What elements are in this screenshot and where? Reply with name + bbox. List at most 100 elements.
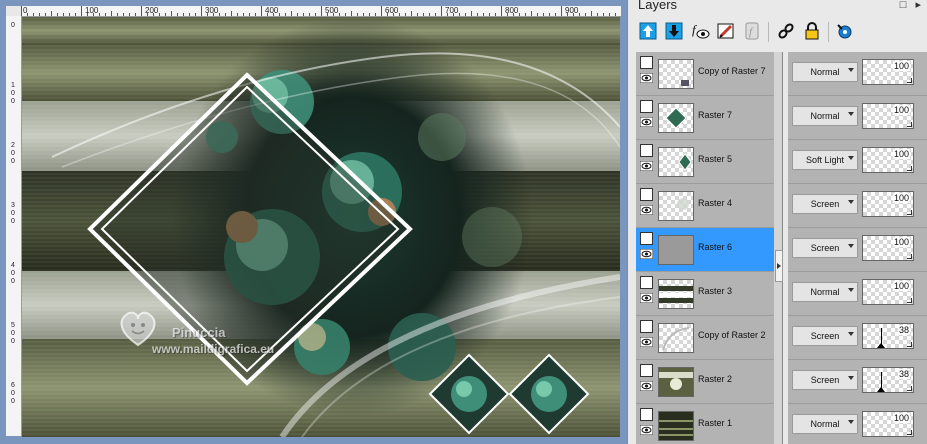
dropdown-arrow-icon: [848, 112, 854, 116]
layer-visibility[interactable]: [640, 276, 654, 308]
mask-icon[interactable]: f: [742, 20, 762, 42]
image-canvas[interactable]: Pinuccia www.maildigrafica.eu: [22, 17, 620, 437]
layer-name[interactable]: Raster 2: [698, 374, 732, 384]
ruler-label: 0: [11, 158, 15, 165]
layer-row[interactable]: Raster 2: [636, 360, 774, 404]
ruler-label: 0: [11, 22, 15, 29]
resize-corner-icon: [907, 166, 912, 171]
palette-window-buttons[interactable]: □ ▸: [900, 0, 924, 11]
opacity-slider[interactable]: 100: [862, 411, 914, 437]
eye-icon[interactable]: [640, 293, 653, 303]
layer-visibility[interactable]: [640, 232, 654, 264]
link-icon[interactable]: [776, 20, 796, 42]
splitter-handle[interactable]: [775, 250, 783, 282]
layer-visibility[interactable]: [640, 56, 654, 88]
resize-corner-icon: [907, 78, 912, 83]
ruler-label: 0: [11, 330, 15, 337]
lock-icon[interactable]: [802, 20, 822, 42]
blend-mode-value: Screen: [810, 331, 840, 341]
blend-mode-select[interactable]: Screen: [792, 326, 858, 346]
layer-row[interactable]: Raster 4: [636, 184, 774, 228]
layer-visibility[interactable]: [640, 320, 654, 352]
ruler-ticks: [21, 6, 616, 16]
opacity-slider[interactable]: 100: [862, 279, 914, 305]
layer-row[interactable]: Copy of Raster 2: [636, 316, 774, 360]
opacity-slider[interactable]: 100: [862, 103, 914, 129]
blend-mode-value: Normal: [810, 287, 840, 297]
resize-corner-icon: [907, 254, 912, 259]
layer-group-icon: [640, 188, 653, 201]
layer-visibility[interactable]: [640, 188, 654, 220]
layer-visibility[interactable]: [640, 408, 654, 440]
opacity-slider[interactable]: 100: [862, 59, 914, 85]
layer-name[interactable]: Raster 7: [698, 110, 732, 120]
eye-icon[interactable]: [640, 73, 653, 83]
eye-icon[interactable]: [640, 249, 653, 259]
opacity-slider[interactable]: 38: [862, 367, 914, 393]
blend-mode-select[interactable]: Normal: [792, 62, 858, 82]
layer-name[interactable]: Raster 6: [698, 242, 732, 252]
opacity-slider[interactable]: 100: [862, 147, 914, 173]
layer-props-row: Screen 100: [788, 184, 927, 228]
blend-mode-select[interactable]: Screen: [792, 194, 858, 214]
ruler-label: 0: [11, 150, 15, 157]
opacity-value: 100: [892, 61, 910, 71]
layer-name[interactable]: Copy of Raster 2: [698, 330, 766, 340]
layer-name[interactable]: Raster 3: [698, 286, 732, 296]
blend-mode-select[interactable]: Soft Light: [792, 150, 858, 170]
layer-name[interactable]: Raster 5: [698, 154, 732, 164]
move-layer-up-icon[interactable]: [638, 20, 658, 42]
opacity-slider[interactable]: 100: [862, 191, 914, 217]
ruler-label: 0: [11, 90, 15, 97]
ruler-label: 4: [11, 262, 15, 269]
blend-mode-select[interactable]: Normal: [792, 282, 858, 302]
ruler-label: 5: [11, 322, 15, 329]
opacity-marker: [881, 372, 882, 388]
eye-icon[interactable]: [640, 337, 653, 347]
resize-corner-icon: [907, 430, 912, 435]
blend-mode-select[interactable]: Normal: [792, 106, 858, 126]
eye-icon[interactable]: [640, 161, 653, 171]
ruler-label: 0: [11, 270, 15, 277]
layer-row[interactable]: Raster 1: [636, 404, 774, 444]
layer-props-row: Soft Light 100: [788, 140, 927, 184]
layer-name[interactable]: Copy of Raster 7: [698, 66, 766, 76]
layer-name[interactable]: Raster 1: [698, 418, 732, 428]
ruler-label: 0: [11, 210, 15, 217]
eye-icon[interactable]: [640, 381, 653, 391]
opacity-slider[interactable]: 38: [862, 323, 914, 349]
resize-corner-icon: [907, 386, 912, 391]
blend-mode-select[interactable]: Normal: [792, 414, 858, 434]
dropdown-arrow-icon: [848, 156, 854, 160]
visibility-icon[interactable]: f: [690, 20, 710, 42]
blend-mode-value: Screen: [810, 375, 840, 385]
layer-row[interactable]: Copy of Raster 7: [636, 52, 774, 96]
dropdown-arrow-icon: [848, 244, 854, 248]
layer-row-selected[interactable]: Raster 6: [636, 228, 774, 272]
eye-icon[interactable]: [640, 117, 653, 127]
move-layer-down-icon[interactable]: [664, 20, 684, 42]
layer-row[interactable]: Raster 7: [636, 96, 774, 140]
dropdown-arrow-icon: [848, 376, 854, 380]
properties-icon[interactable]: [834, 20, 854, 42]
layer-name[interactable]: Raster 4: [698, 198, 732, 208]
layer-thumbnail: [658, 279, 694, 309]
opacity-slider[interactable]: 100: [862, 235, 914, 261]
layer-props-row: Normal 100: [788, 52, 927, 96]
ruler-label: 1: [11, 82, 15, 89]
panel-splitter[interactable]: [774, 52, 782, 444]
layer-visibility[interactable]: [640, 364, 654, 396]
layer-visibility[interactable]: [640, 144, 654, 176]
blend-mode-select[interactable]: Screen: [792, 370, 858, 390]
layer-row[interactable]: Raster 3: [636, 272, 774, 316]
layer-list: Copy of Raster 7 Raster 7 Raster 5 Raste…: [636, 52, 783, 444]
eye-icon[interactable]: [640, 425, 653, 435]
layer-thumbnail: [658, 323, 694, 353]
blend-mode-select[interactable]: Screen: [792, 238, 858, 258]
layer-visibility[interactable]: [640, 100, 654, 132]
dropdown-arrow-icon: [848, 332, 854, 336]
edit-layer-icon[interactable]: [716, 20, 736, 42]
layer-row[interactable]: Raster 5: [636, 140, 774, 184]
layer-group-icon: [640, 320, 653, 333]
eye-icon[interactable]: [640, 205, 653, 215]
